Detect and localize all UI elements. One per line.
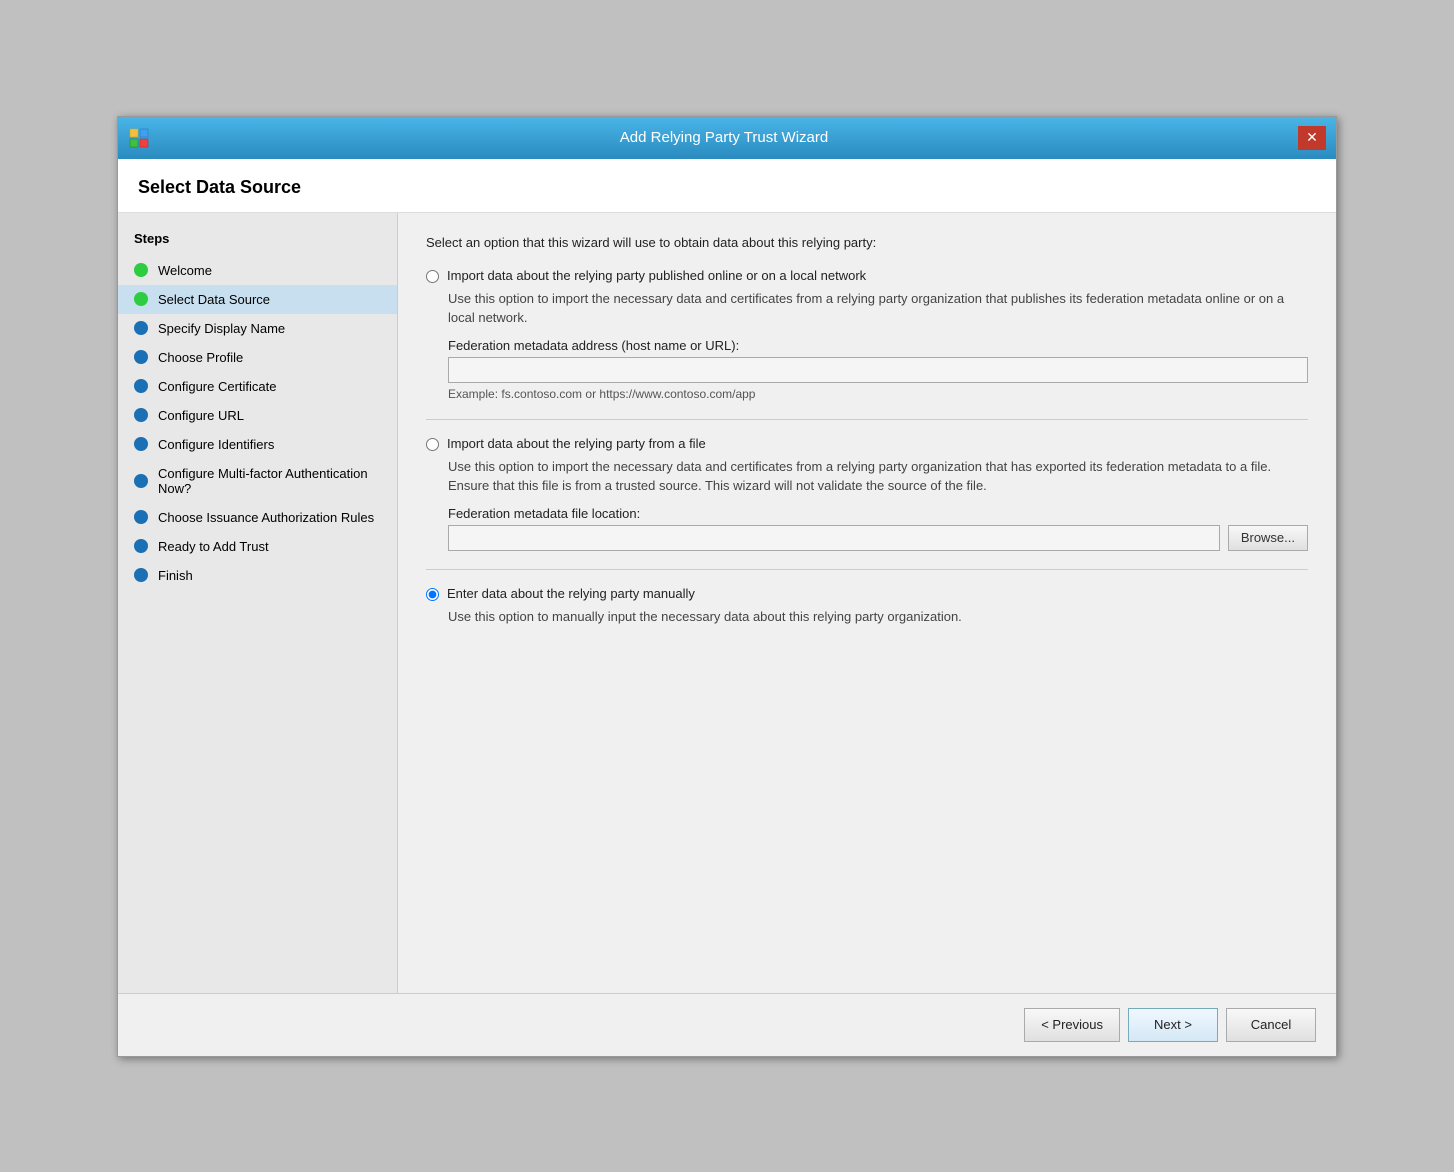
sidebar-label-select-data-source: Select Data Source	[158, 292, 270, 307]
step-dot-choose-issuance	[134, 510, 148, 524]
sidebar-label-choose-issuance: Choose Issuance Authorization Rules	[158, 510, 374, 525]
option1-radio[interactable]	[426, 270, 439, 283]
next-button[interactable]: Next >	[1128, 1008, 1218, 1042]
sidebar-item-configure-certificate[interactable]: Configure Certificate	[118, 372, 397, 401]
sidebar-label-configure-certificate: Configure Certificate	[158, 379, 277, 394]
sidebar-item-ready-to-add[interactable]: Ready to Add Trust	[118, 532, 397, 561]
option3-label[interactable]: Enter data about the relying party manua…	[447, 586, 695, 601]
sidebar-label-specify-display-name: Specify Display Name	[158, 321, 285, 336]
previous-button[interactable]: < Previous	[1024, 1008, 1120, 1042]
option2-file-row: Browse...	[448, 525, 1308, 551]
wizard-window: Add Relying Party Trust Wizard ✕ Select …	[117, 116, 1337, 1057]
option1-example: Example: fs.contoso.com or https://www.c…	[448, 387, 1308, 401]
sidebar-item-configure-multifactor[interactable]: Configure Multi-factor Authentication No…	[118, 459, 397, 503]
divider-2	[426, 569, 1308, 570]
sidebar-item-choose-issuance[interactable]: Choose Issuance Authorization Rules	[118, 503, 397, 532]
sidebar: Steps Welcome Select Data Source Specify…	[118, 213, 398, 993]
sidebar-item-select-data-source[interactable]: Select Data Source	[118, 285, 397, 314]
sidebar-item-choose-profile[interactable]: Choose Profile	[118, 343, 397, 372]
option1-field-label: Federation metadata address (host name o…	[448, 338, 1308, 353]
sidebar-item-configure-identifiers[interactable]: Configure Identifiers	[118, 430, 397, 459]
sidebar-label-configure-multifactor: Configure Multi-factor Authentication No…	[158, 466, 381, 496]
close-button[interactable]: ✕	[1298, 126, 1326, 150]
option1-description: Use this option to import the necessary …	[448, 289, 1308, 328]
option2-radio[interactable]	[426, 438, 439, 451]
main-description: Select an option that this wizard will u…	[426, 235, 1308, 250]
app-icon	[128, 127, 150, 149]
option3-block: Enter data about the relying party manua…	[426, 586, 1308, 627]
steps-label: Steps	[118, 227, 397, 256]
sidebar-label-choose-profile: Choose Profile	[158, 350, 243, 365]
divider-1	[426, 419, 1308, 420]
sidebar-label-configure-url: Configure URL	[158, 408, 244, 423]
option3-radio[interactable]	[426, 588, 439, 601]
page-header: Select Data Source	[118, 159, 1336, 213]
sidebar-label-welcome: Welcome	[158, 263, 212, 278]
sidebar-item-welcome[interactable]: Welcome	[118, 256, 397, 285]
page-title: Select Data Source	[138, 177, 1316, 198]
step-dot-configure-identifiers	[134, 437, 148, 451]
title-bar: Add Relying Party Trust Wizard ✕	[118, 117, 1336, 159]
sidebar-label-ready-to-add: Ready to Add Trust	[158, 539, 269, 554]
step-dot-configure-multifactor	[134, 474, 148, 488]
option3-radio-row: Enter data about the relying party manua…	[426, 586, 1308, 601]
step-dot-choose-profile	[134, 350, 148, 364]
step-dot-specify-display-name	[134, 321, 148, 335]
option1-block: Import data about the relying party publ…	[426, 268, 1308, 401]
option2-block: Import data about the relying party from…	[426, 436, 1308, 551]
content-area: Steps Welcome Select Data Source Specify…	[118, 213, 1336, 993]
option2-radio-row: Import data about the relying party from…	[426, 436, 1308, 451]
main-panel: Select an option that this wizard will u…	[398, 213, 1336, 993]
sidebar-label-configure-identifiers: Configure Identifiers	[158, 437, 274, 452]
footer: < Previous Next > Cancel	[118, 993, 1336, 1056]
option1-label[interactable]: Import data about the relying party publ…	[447, 268, 866, 283]
cancel-button[interactable]: Cancel	[1226, 1008, 1316, 1042]
step-dot-welcome	[134, 263, 148, 277]
federation-metadata-url-input[interactable]	[448, 357, 1308, 383]
sidebar-item-finish[interactable]: Finish	[118, 561, 397, 590]
option2-description: Use this option to import the necessary …	[448, 457, 1308, 496]
sidebar-label-finish: Finish	[158, 568, 193, 583]
window-title: Add Relying Party Trust Wizard	[150, 129, 1298, 146]
step-dot-finish	[134, 568, 148, 582]
step-dot-ready-to-add	[134, 539, 148, 553]
federation-metadata-file-input[interactable]	[448, 525, 1220, 551]
sidebar-item-configure-url[interactable]: Configure URL	[118, 401, 397, 430]
sidebar-item-specify-display-name[interactable]: Specify Display Name	[118, 314, 397, 343]
option3-description: Use this option to manually input the ne…	[448, 607, 1308, 627]
browse-button[interactable]: Browse...	[1228, 525, 1308, 551]
option1-radio-row: Import data about the relying party publ…	[426, 268, 1308, 283]
option2-field-label: Federation metadata file location:	[448, 506, 1308, 521]
option2-label[interactable]: Import data about the relying party from…	[447, 436, 706, 451]
step-dot-configure-url	[134, 408, 148, 422]
step-dot-select-data-source	[134, 292, 148, 306]
step-dot-configure-certificate	[134, 379, 148, 393]
